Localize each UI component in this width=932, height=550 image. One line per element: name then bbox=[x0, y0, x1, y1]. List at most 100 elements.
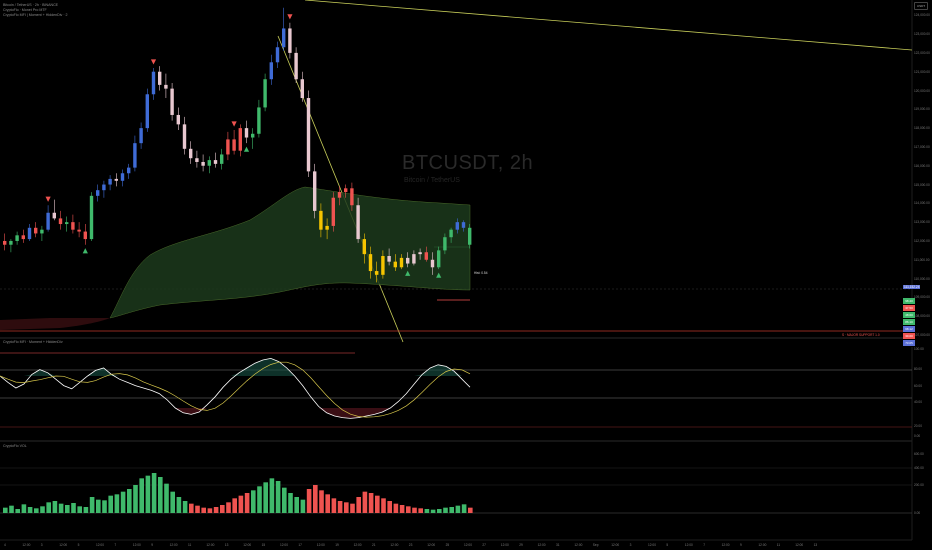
candle-body bbox=[27, 227, 32, 240]
volume-bar bbox=[213, 507, 219, 513]
table-cell: 98.40 bbox=[903, 298, 915, 305]
watermark-symbol: BTCUSDT, 2h bbox=[402, 152, 534, 174]
price-axis-label: 120,000.00 bbox=[914, 88, 930, 93]
price-axis-label: 115,000.00 bbox=[914, 182, 930, 187]
candle-body bbox=[232, 139, 236, 151]
volume-bar bbox=[40, 506, 45, 513]
candle-body bbox=[257, 107, 261, 134]
time-axis-label: 5 bbox=[666, 543, 669, 547]
volume-bar bbox=[406, 506, 411, 513]
volume-bar bbox=[182, 501, 188, 513]
volume-bar bbox=[232, 498, 237, 513]
candle-body bbox=[331, 197, 335, 226]
time-axis-label: 12:00 bbox=[280, 543, 288, 547]
volume-bar bbox=[424, 509, 430, 513]
time-axis-label: 12:00 bbox=[22, 543, 31, 547]
volume-bar bbox=[412, 507, 417, 513]
volume-bar bbox=[325, 494, 330, 513]
candle-body bbox=[362, 239, 366, 255]
candle-body bbox=[468, 227, 472, 245]
volume-bar bbox=[251, 490, 256, 513]
time-axis-label: 3 bbox=[629, 543, 632, 547]
volume-bar bbox=[437, 509, 442, 513]
volume-bar bbox=[21, 504, 27, 513]
volume-bar bbox=[102, 500, 107, 513]
trading-chart[interactable] bbox=[0, 0, 932, 550]
volume-bar bbox=[170, 491, 175, 513]
indicator-legend-2[interactable]: CryptoFlo MFI | Moment + HiddenDiv · 2 bbox=[3, 13, 68, 17]
candle-body bbox=[356, 205, 360, 240]
time-axis-label: 12:00 bbox=[611, 543, 620, 547]
currency-button[interactable]: USDT bbox=[914, 2, 928, 10]
time-axis-label: 21 bbox=[372, 543, 376, 547]
candle-body bbox=[58, 218, 63, 225]
volume-bar bbox=[96, 499, 101, 513]
volume-bar bbox=[133, 485, 138, 513]
time-axis-label: 13 bbox=[224, 543, 229, 547]
candle-body bbox=[158, 71, 162, 85]
candle-body bbox=[9, 240, 13, 245]
candle-body bbox=[96, 190, 100, 196]
candle-body bbox=[455, 222, 459, 230]
volume-bar bbox=[139, 478, 144, 513]
volume-bar bbox=[52, 501, 58, 513]
time-axis-label: 23 bbox=[408, 543, 413, 547]
time-axis-label: 19 bbox=[335, 543, 339, 547]
candle-body bbox=[275, 47, 280, 63]
current-price-tag: 111,152.24 bbox=[903, 285, 921, 289]
volume-title[interactable]: CryptoFlo VOL bbox=[3, 444, 27, 448]
candle-body bbox=[102, 184, 106, 191]
volume-bar bbox=[176, 497, 182, 513]
volume-bar bbox=[399, 505, 405, 513]
candle-body bbox=[207, 160, 211, 166]
volume-bar bbox=[468, 507, 473, 513]
volume-bar bbox=[220, 505, 225, 513]
vol-axis-label: 0.00 bbox=[914, 511, 921, 515]
volume-bar bbox=[201, 507, 206, 513]
time-axis-label: 11 bbox=[776, 543, 781, 547]
indicator-legend-1[interactable]: CryptoFlo · Monet Pro MTF bbox=[3, 8, 47, 12]
volume-bar bbox=[337, 501, 343, 513]
candle-body bbox=[325, 225, 329, 230]
candle-body bbox=[108, 178, 112, 185]
volume-bar bbox=[77, 506, 82, 513]
candle-body bbox=[449, 229, 453, 238]
candle-body bbox=[437, 250, 441, 268]
osc-axis-label: 60.00 bbox=[914, 384, 922, 388]
candle-body bbox=[77, 229, 81, 232]
price-axis-label: 117,000.00 bbox=[914, 144, 930, 149]
volume-bar bbox=[120, 491, 126, 513]
volume-bar bbox=[269, 478, 275, 513]
candle-body bbox=[282, 28, 286, 48]
volume-bar bbox=[356, 497, 361, 513]
time-axis-label: 12:00 bbox=[500, 543, 509, 547]
volume-bar bbox=[34, 508, 39, 513]
candle-body bbox=[127, 167, 131, 174]
time-axis-label: 4 bbox=[4, 543, 6, 547]
candle-body bbox=[21, 235, 25, 240]
candle-body bbox=[176, 114, 180, 125]
price-axis-label: 124,000.00 bbox=[914, 13, 930, 18]
time-axis-label: 12:00 bbox=[59, 543, 68, 547]
time-axis-label: 7 bbox=[703, 543, 705, 547]
oscillator-title[interactable]: CryptoFlo MFI · Moment + HiddenDiv bbox=[3, 340, 63, 344]
time-axis-label: 12:00 bbox=[169, 543, 178, 547]
volume-bar bbox=[331, 498, 337, 513]
volume-bar bbox=[145, 475, 151, 513]
volume-bar bbox=[226, 502, 231, 513]
time-axis-label: 12:00 bbox=[684, 543, 693, 547]
candle-body bbox=[52, 212, 56, 219]
price-axis-label: 111,000.00 bbox=[914, 257, 930, 262]
osc-fill-top bbox=[0, 358, 470, 376]
volume-bar bbox=[71, 503, 76, 513]
volume-bar bbox=[294, 497, 299, 513]
vol-axis-label: 200.00 bbox=[914, 483, 924, 487]
candle-body bbox=[15, 235, 19, 241]
time-axis-label: 12:00 bbox=[537, 543, 546, 547]
support-label: S · MAJOR SUPPORT 1.0 bbox=[842, 333, 880, 337]
candle-body bbox=[368, 254, 373, 272]
time-axis-label: 12:00 bbox=[648, 543, 656, 547]
table-cell: 37.50 bbox=[903, 305, 915, 312]
candle-body bbox=[89, 195, 94, 240]
volume-bar bbox=[368, 493, 374, 513]
